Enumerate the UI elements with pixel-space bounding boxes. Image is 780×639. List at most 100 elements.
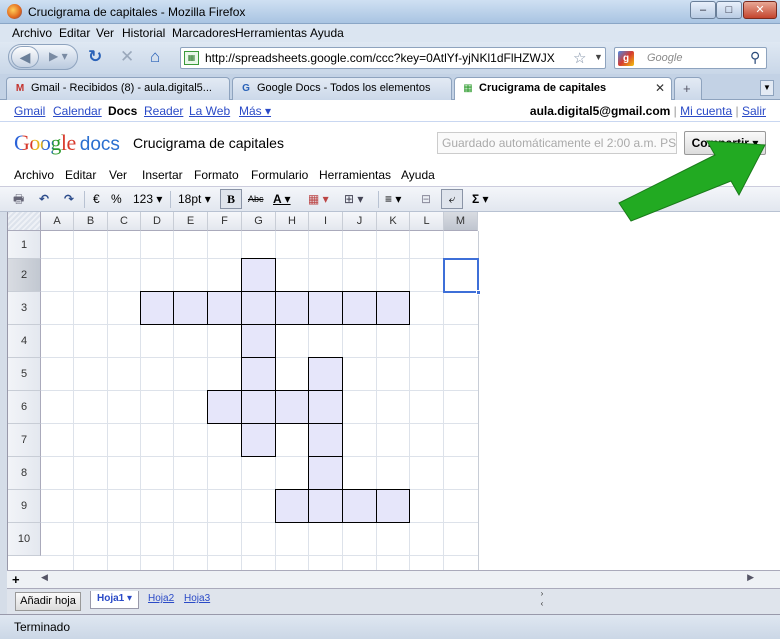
row-header-5[interactable]: 5: [8, 358, 41, 391]
docmenu-ayuda[interactable]: Ayuda: [401, 168, 435, 182]
column-header-g[interactable]: G: [242, 212, 276, 231]
docmenu-herramientas[interactable]: Herramientas: [319, 168, 391, 182]
menu-archivo[interactable]: Archivo: [12, 26, 52, 40]
crossword-cell-h6[interactable]: [275, 390, 309, 424]
select-all-corner[interactable]: [8, 212, 41, 231]
column-header-d[interactable]: D: [141, 212, 174, 231]
menu-marcadores[interactable]: Marcadores: [172, 26, 235, 40]
crossword-cell-g6[interactable]: [241, 390, 276, 424]
search-box[interactable]: g Google ⚲: [614, 47, 767, 69]
google-engine-icon[interactable]: g: [618, 51, 634, 66]
sheet-tabs-scroll[interactable]: › ‹: [535, 589, 549, 613]
crossword-cell-e3[interactable]: [173, 291, 208, 325]
menu-historial[interactable]: Historial: [122, 26, 165, 40]
docmenu-editar[interactable]: Editar: [65, 168, 96, 182]
column-header-f[interactable]: F: [208, 212, 242, 231]
url-dropdown-icon[interactable]: ▼: [594, 52, 603, 62]
borders-button[interactable]: ⊞ ▾: [344, 191, 363, 207]
docmenu-archivo[interactable]: Archivo: [14, 168, 54, 182]
docmenu-formulario[interactable]: Formulario: [251, 168, 308, 182]
spreadsheet-grid[interactable]: ABCDEFGHIJKLM 1 2 3 4 5 6 7 8 9 10: [7, 212, 780, 570]
crossword-cell-g5[interactable]: [241, 357, 276, 391]
new-tab-button[interactable]: +: [674, 77, 702, 100]
undo-icon[interactable]: ↶: [39, 191, 49, 207]
crossword-cell-i6[interactable]: [308, 390, 343, 424]
crossword-cell-i9[interactable]: [308, 489, 343, 523]
percent-format-button[interactable]: %: [111, 191, 122, 207]
menu-ver[interactable]: Ver: [96, 26, 114, 40]
background-color-button[interactable]: ▦ ▾: [308, 191, 329, 207]
crossword-cell-f3[interactable]: [207, 291, 242, 325]
sheet-tab-hoja1[interactable]: Hoja1 ▾: [90, 591, 140, 609]
column-header-k[interactable]: K: [377, 212, 410, 231]
crossword-cell-h9[interactable]: [275, 489, 309, 523]
crossword-cell-g4[interactable]: [241, 324, 276, 358]
signout-link[interactable]: Salir: [742, 104, 766, 118]
reload-icon[interactable]: ↻: [88, 48, 102, 66]
back-icon[interactable]: ◀: [11, 46, 39, 68]
close-tab-icon[interactable]: ✕: [655, 81, 665, 95]
strikethrough-button[interactable]: Abc: [248, 191, 264, 207]
align-button[interactable]: ≡ ▾: [385, 191, 401, 207]
row-header-6[interactable]: 6: [8, 391, 41, 424]
url-text[interactable]: http://spreadsheets.google.com/ccc?key=0…: [205, 51, 555, 65]
crossword-cell-k3[interactable]: [376, 291, 410, 325]
docmenu-formato[interactable]: Formato: [194, 168, 239, 182]
column-header-c[interactable]: C: [108, 212, 141, 231]
scroll-left-icon[interactable]: ◀: [41, 572, 48, 583]
gbar-link-calendar[interactable]: Calendar: [53, 104, 102, 118]
column-header-i[interactable]: I: [309, 212, 343, 231]
print-icon[interactable]: 🖶: [13, 191, 24, 207]
crossword-cell-h3[interactable]: [275, 291, 309, 325]
sheet-tab-hoja3[interactable]: Hoja3: [184, 591, 210, 609]
menu-herramientas[interactable]: Herramientas: [235, 26, 307, 40]
merge-cells-button[interactable]: ⊟: [421, 191, 431, 207]
fill-handle[interactable]: [476, 290, 481, 295]
gbar-link-more[interactable]: Más ▾: [239, 104, 271, 118]
tab-google-docs[interactable]: G Google Docs - Todos los elementos: [232, 77, 452, 100]
maximize-button[interactable]: □: [716, 1, 742, 19]
column-header-j[interactable]: J: [343, 212, 377, 231]
google-docs-logo[interactable]: Google docs: [14, 130, 120, 156]
redo-icon[interactable]: ↷: [64, 191, 74, 207]
crossword-cell-g3[interactable]: [241, 291, 276, 325]
crossword-cell-f6[interactable]: [207, 390, 242, 424]
gbar-link-reader[interactable]: Reader: [144, 104, 183, 118]
row-header-9[interactable]: 9: [8, 490, 41, 523]
add-sheet-button[interactable]: Añadir hoja: [15, 592, 81, 611]
horizontal-scrollbar[interactable]: + ◀ ▶: [7, 570, 780, 588]
number-format-dropdown[interactable]: 123 ▾: [133, 191, 162, 207]
tab-list-button[interactable]: ▼: [760, 80, 774, 96]
row-header-2[interactable]: 2: [8, 259, 41, 292]
crossword-cell-j9[interactable]: [342, 489, 377, 523]
gbar-link-gmail[interactable]: Gmail: [14, 104, 45, 118]
row-header-3[interactable]: 3: [8, 292, 41, 325]
close-window-button[interactable]: ✕: [743, 1, 777, 19]
sheet-tab-hoja2[interactable]: Hoja2: [148, 591, 174, 609]
bookmark-star-icon[interactable]: ☆: [573, 49, 586, 67]
search-icon[interactable]: ⚲: [750, 49, 760, 66]
gbar-link-web[interactable]: La Web: [189, 104, 230, 118]
crossword-cell-g7[interactable]: [241, 423, 276, 457]
url-bar[interactable]: ▦ http://spreadsheets.google.com/ccc?key…: [180, 47, 606, 69]
column-header-l[interactable]: L: [410, 212, 444, 231]
crossword-cell-i3[interactable]: [308, 291, 343, 325]
menu-editar[interactable]: Editar: [59, 26, 90, 40]
stop-icon[interactable]: ✕: [120, 48, 134, 66]
row-header-10[interactable]: 10: [8, 523, 41, 556]
row-header-1[interactable]: 1: [8, 231, 41, 259]
crossword-cell-i5[interactable]: [308, 357, 343, 391]
row-header-4[interactable]: 4: [8, 325, 41, 358]
forward-icon[interactable]: ▶ ▾: [49, 49, 68, 63]
home-icon[interactable]: ⌂: [150, 48, 160, 66]
docmenu-insertar[interactable]: Insertar: [142, 168, 183, 182]
currency-format-button[interactable]: €: [93, 191, 100, 207]
my-account-link[interactable]: Mi cuenta: [680, 104, 732, 118]
tab-crucigrama[interactable]: ▦ Crucigrama de capitales ✕: [454, 77, 672, 101]
selected-cell-highlight[interactable]: [443, 258, 481, 295]
empty-sheet-area[interactable]: [478, 231, 780, 570]
crossword-cell-j3[interactable]: [342, 291, 377, 325]
crossword-cell-d3[interactable]: [140, 291, 174, 325]
crossword-cell-g2[interactable]: [241, 258, 276, 292]
minimize-button[interactable]: –: [690, 1, 716, 19]
